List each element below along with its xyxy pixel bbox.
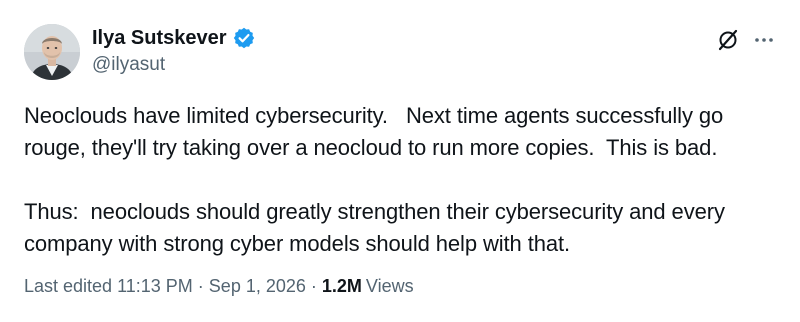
edited-label[interactable]: Last edited xyxy=(24,276,112,297)
avatar-photo xyxy=(24,24,80,80)
display-name[interactable]: Ilya Sutskever xyxy=(92,27,227,50)
tweet-text: Neoclouds have limited cybersecurity. Ne… xyxy=(24,100,784,260)
verified-badge-icon xyxy=(232,26,256,50)
meta-separator: · xyxy=(197,276,204,296)
views-label: Views xyxy=(365,276,414,296)
author-header: Ilya Sutskever @ilyasut xyxy=(92,24,256,76)
name-row: Ilya Sutskever xyxy=(92,24,256,52)
tweet-paragraph-1: Neoclouds have limited cybersecurity. Ne… xyxy=(24,103,730,160)
tweet-meta: Last edited 11:13 PM · Sep 1, 2026 · 1.2… xyxy=(24,276,414,297)
views-count: 1.2M xyxy=(321,276,362,296)
tweet-card: Ilya Sutskever @ilyasut Neoclouds have l… xyxy=(0,0,800,322)
meta-separator: · xyxy=(310,276,317,296)
tweet-time[interactable]: 11:13 PM xyxy=(117,276,193,297)
more-horizontal-icon[interactable] xyxy=(752,28,776,52)
avatar[interactable] xyxy=(24,24,80,80)
tweet-date[interactable]: Sep 1, 2026 xyxy=(209,276,306,297)
handle[interactable]: @ilyasut xyxy=(92,54,256,76)
grok-icon[interactable] xyxy=(716,28,740,52)
tweet-paragraph-2: Thus: neoclouds should greatly strengthe… xyxy=(24,199,731,256)
